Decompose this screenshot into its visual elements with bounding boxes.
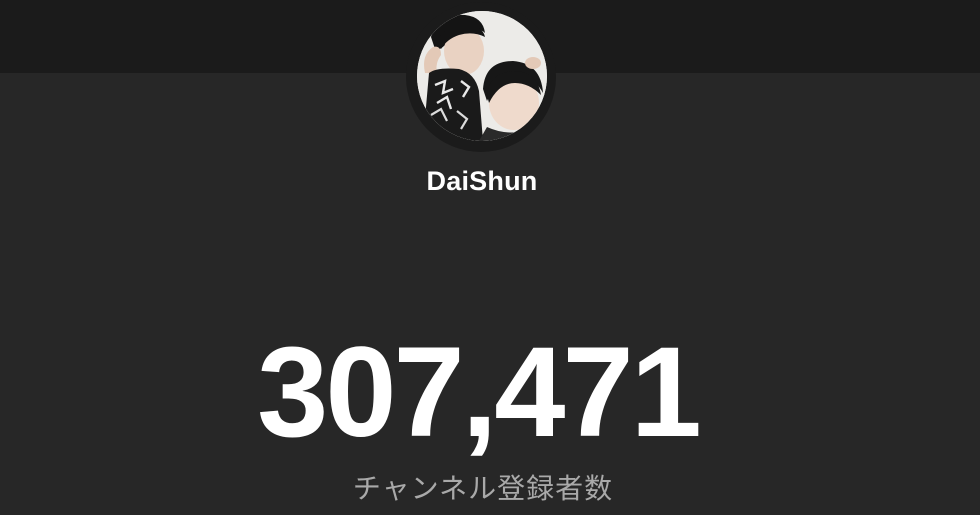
channel-name[interactable]: DaiShun [0,166,964,197]
channel-avatar[interactable] [417,11,547,141]
subscriber-label: チャンネル登録者数 [352,472,614,505]
subscriber-count: 307,471 [257,321,702,464]
avatar-photo-icon [417,11,547,141]
